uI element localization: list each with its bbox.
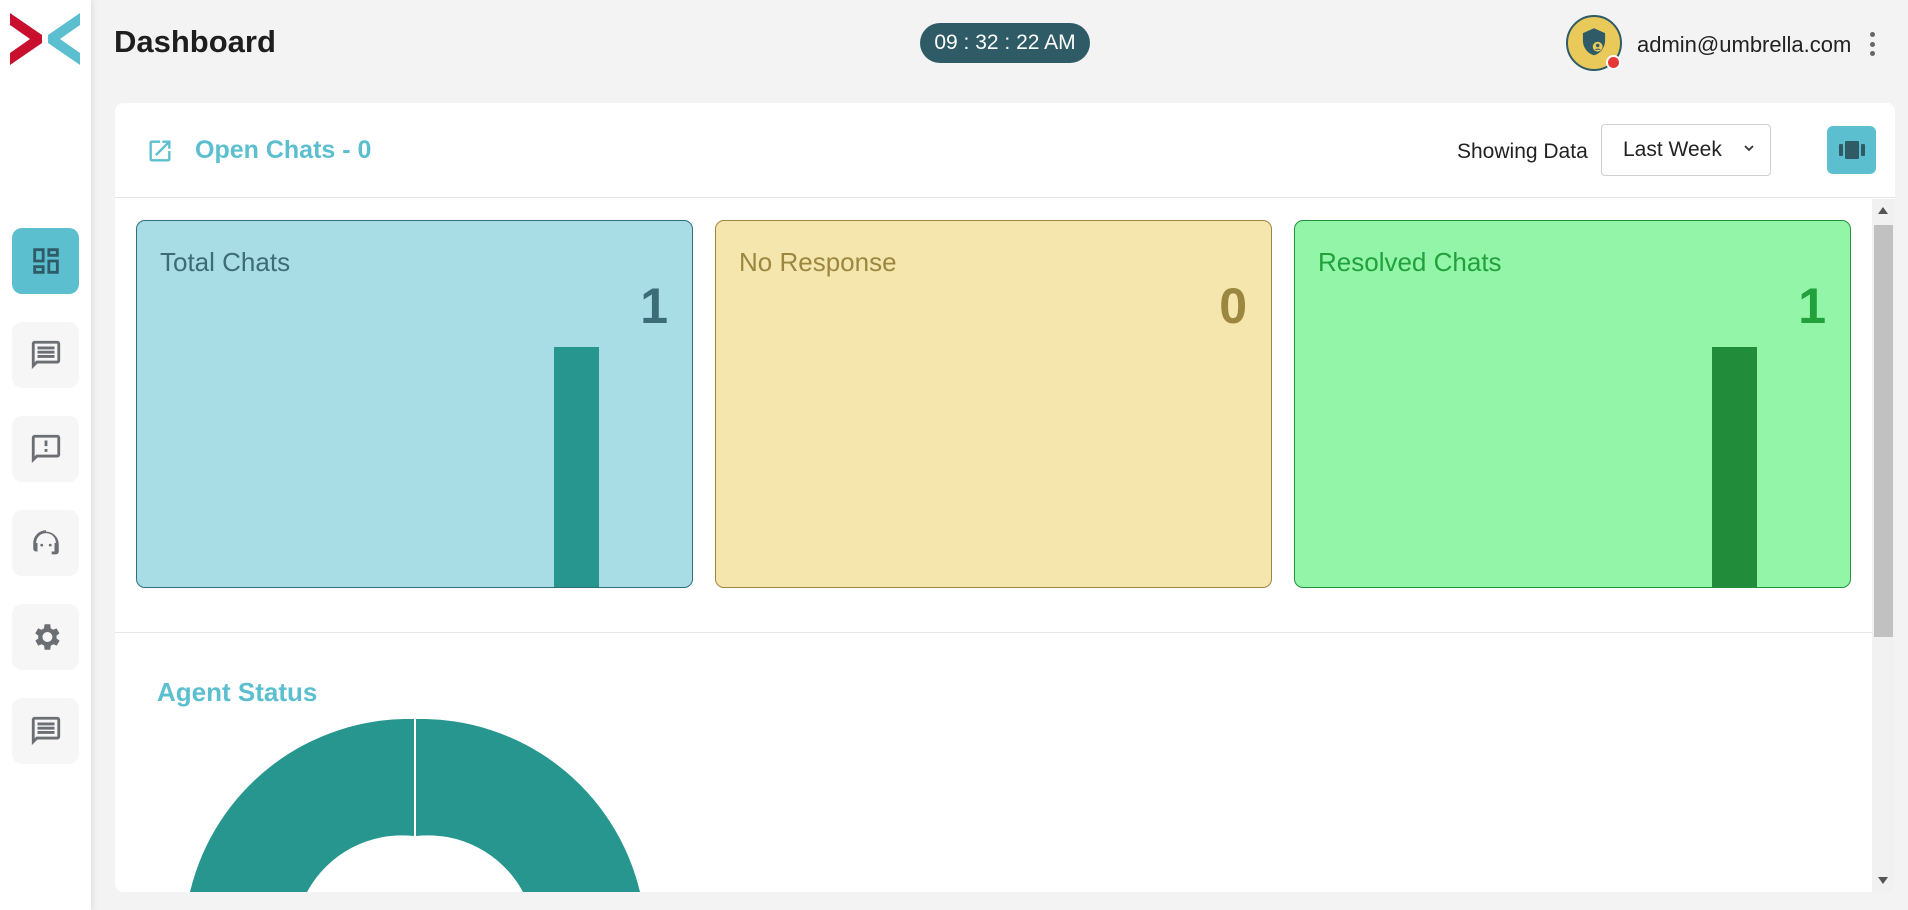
date-range-select[interactable]: Last Week [1601, 124, 1771, 176]
panel-header: Open Chats - 0 Showing Data Last Week [115, 103, 1895, 198]
gear-icon [34, 624, 60, 650]
sidebar [0, 0, 91, 910]
page-title: Dashboard [114, 24, 276, 59]
total-chats-bar [554, 347, 599, 587]
card-value: 0 [1219, 278, 1247, 334]
scrollbar[interactable] [1872, 199, 1895, 892]
resolved-chats-card[interactable]: Resolved Chats 1 [1294, 220, 1851, 588]
donut-segment-left [190, 719, 414, 892]
clock-display: 09 : 32 : 22 AM [920, 23, 1090, 63]
total-chats-card[interactable]: Total Chats 1 [136, 220, 693, 588]
scroll-down-arrow-icon[interactable] [1878, 877, 1888, 884]
sidebar-item-agents[interactable] [12, 510, 79, 576]
card-title: No Response [739, 247, 897, 277]
user-email[interactable]: admin@umbrella.com [1637, 32, 1851, 58]
status-dot [1606, 55, 1621, 70]
card-title: Resolved Chats [1318, 247, 1502, 277]
dashboard-icon [32, 248, 59, 274]
section-divider [115, 632, 1872, 633]
sidebar-item-settings[interactable] [12, 604, 79, 670]
shield-user-icon [1582, 28, 1606, 56]
no-response-card[interactable]: No Response 0 [715, 220, 1272, 588]
open-in-new-icon[interactable] [146, 137, 174, 165]
sidebar-item-dashboard[interactable] [12, 228, 79, 294]
chevron-down-icon [1744, 145, 1754, 152]
chat-icon [31, 340, 60, 370]
open-chats-link[interactable]: Open Chats - 0 [195, 136, 371, 165]
scroll-up-arrow-icon[interactable] [1878, 207, 1888, 214]
card-value: 1 [640, 278, 668, 334]
sidebar-item-alerts[interactable] [12, 416, 79, 482]
date-range-value: Last Week [1623, 138, 1722, 161]
agent-status-donut [190, 719, 640, 892]
app-logo[interactable] [10, 13, 80, 65]
chat-icon [31, 716, 60, 746]
more-menu-icon[interactable] [1862, 30, 1882, 58]
showing-data-label: Showing Data [1457, 140, 1588, 163]
view-carousel-icon [1838, 141, 1865, 159]
dashboard-panel: Open Chats - 0 Showing Data Last Week To… [115, 103, 1895, 892]
donut-segment-right [416, 719, 640, 892]
sidebar-item-chats[interactable] [12, 322, 79, 388]
card-title: Total Chats [160, 247, 291, 277]
support-agent-icon [32, 530, 59, 555]
scrollbar-thumb[interactable] [1874, 225, 1893, 637]
feedback-icon [31, 434, 60, 464]
sidebar-item-messages[interactable] [12, 698, 79, 764]
agent-status-title: Agent Status [157, 677, 318, 707]
view-toggle-button[interactable] [1827, 126, 1876, 174]
card-value: 1 [1798, 278, 1826, 334]
resolved-chats-bar [1712, 347, 1757, 587]
